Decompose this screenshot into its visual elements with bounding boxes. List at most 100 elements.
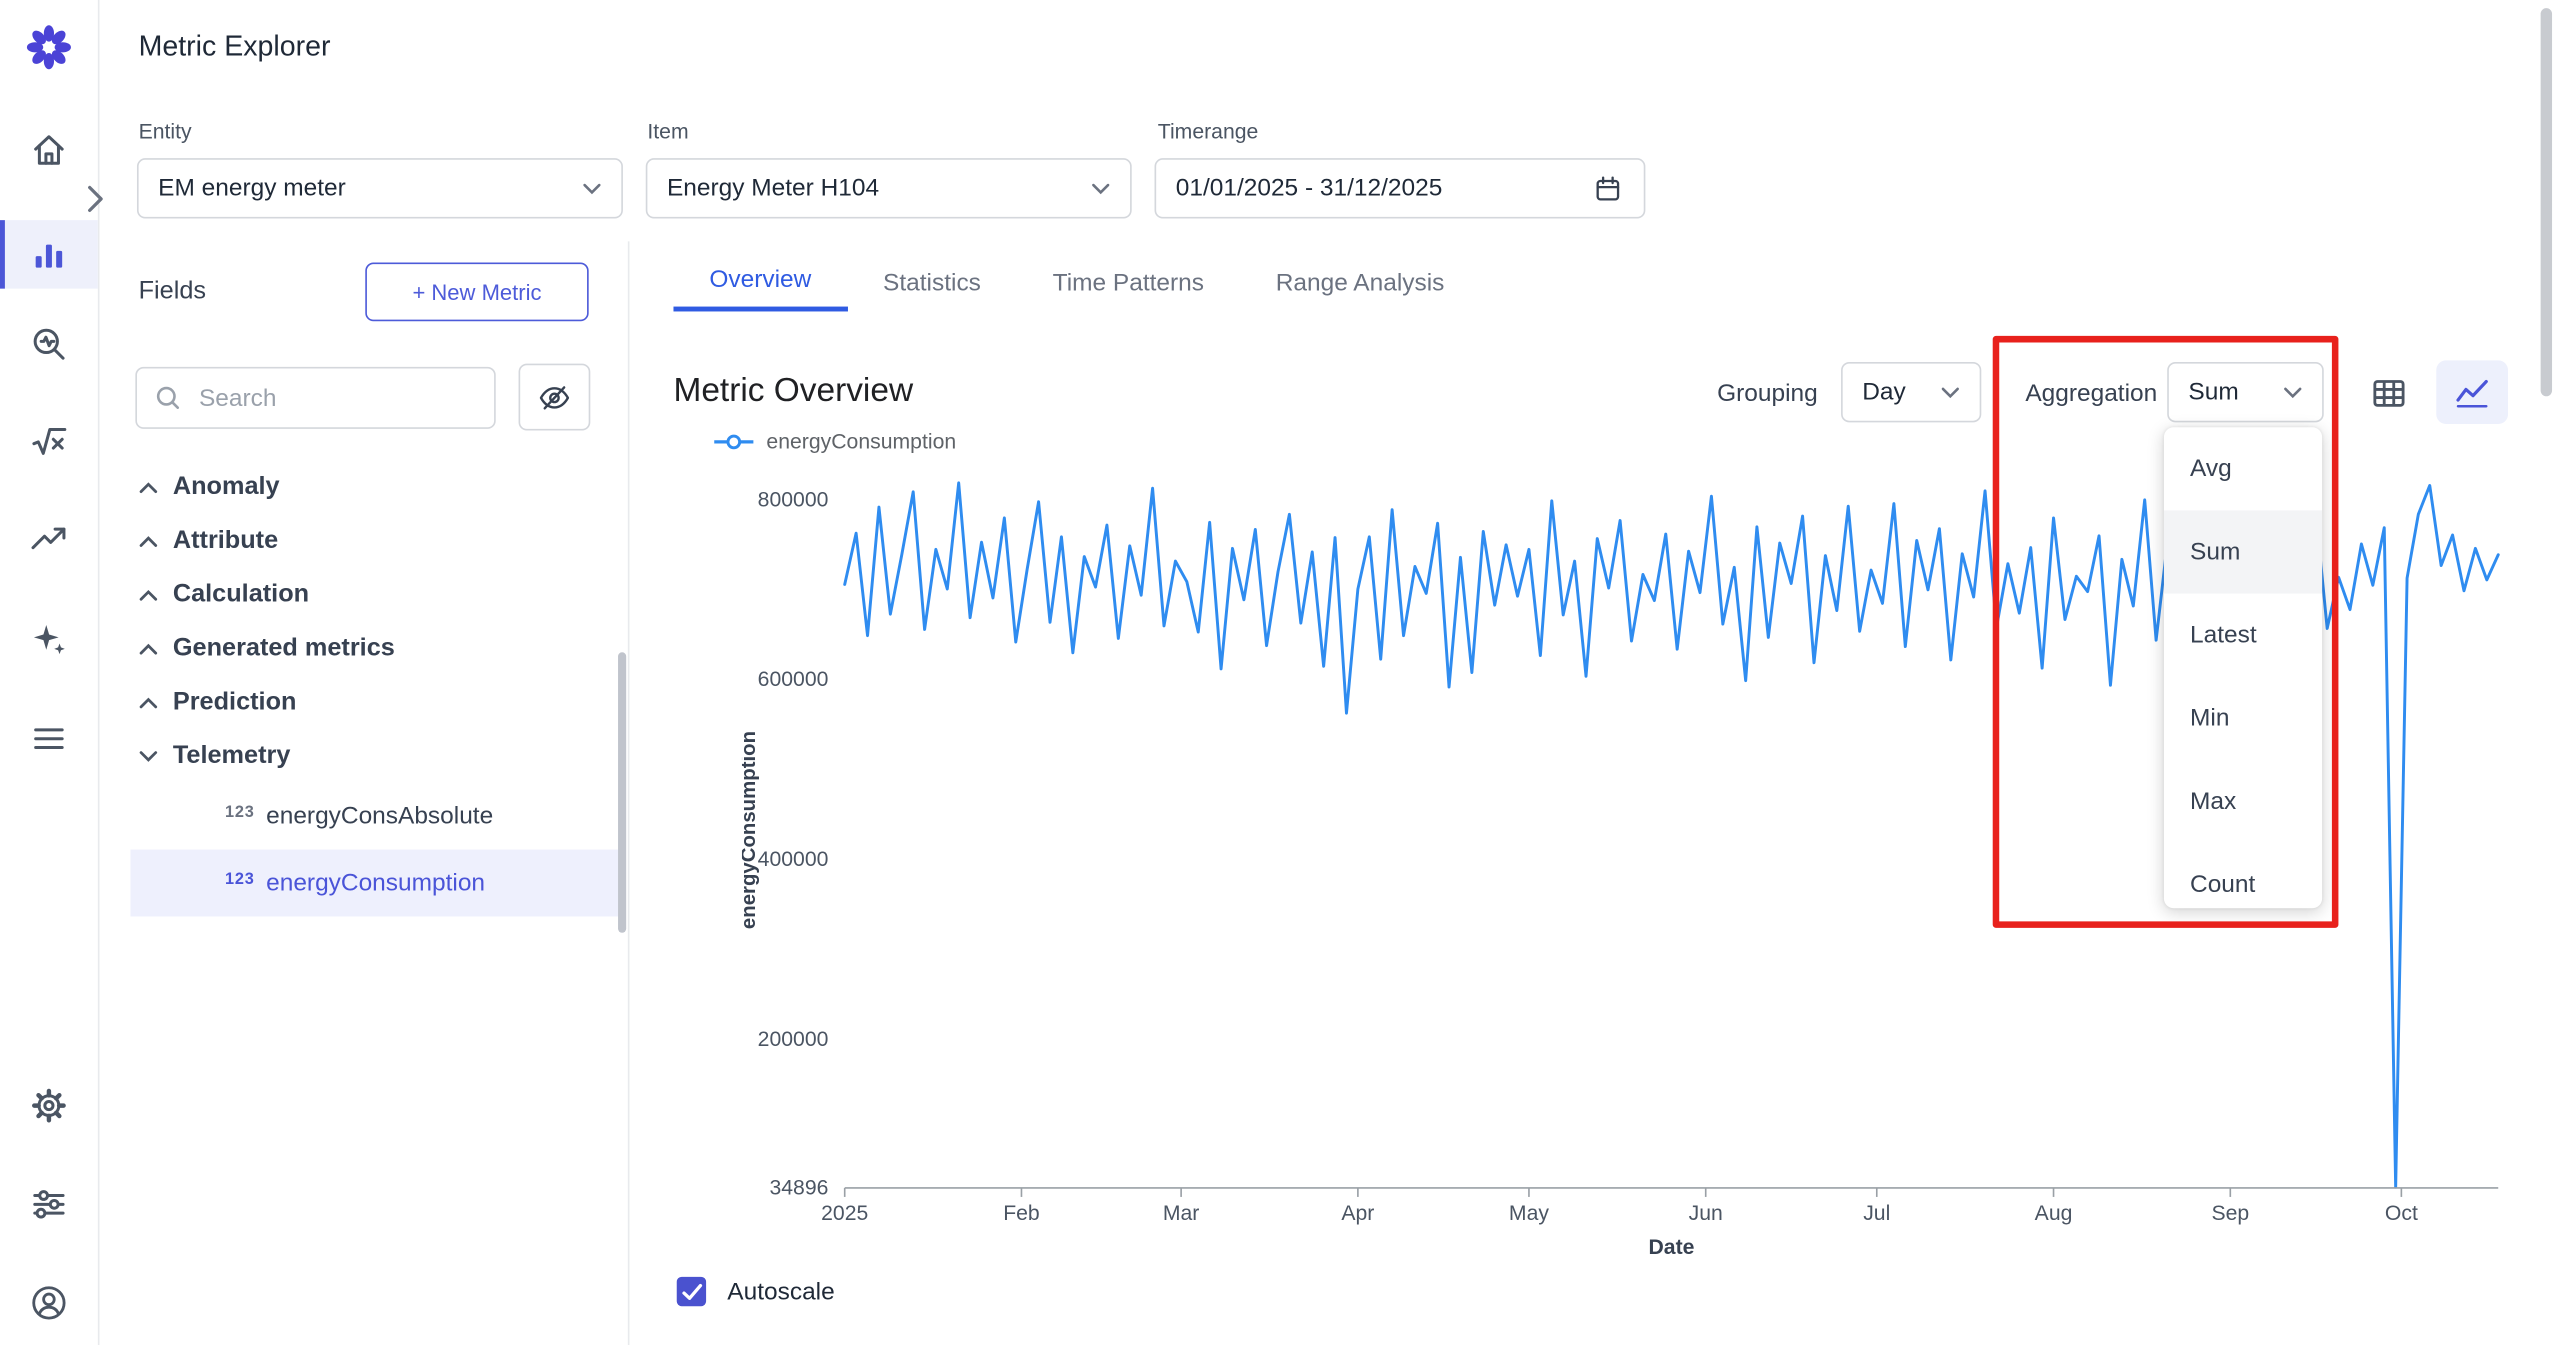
grouping-select[interactable]: Day (1841, 362, 1981, 422)
y-tick-label: 200000 (758, 1028, 829, 1051)
y-axis-title: energyConsumption (742, 731, 760, 929)
numeric-field-icon: 123 (225, 871, 255, 889)
timerange-label: Timerange (1158, 119, 1259, 143)
view-tabs: Overview Statistics Time Patterns Range … (673, 253, 1480, 312)
aggregation-select[interactable]: Sum (2167, 362, 2324, 422)
tree-item-energyconsumption[interactable]: 123 energyConsumption (130, 850, 622, 917)
chevron-down-icon (2283, 386, 2303, 399)
chevron-up-icon (139, 588, 159, 601)
menu-option-count[interactable]: Count (2164, 843, 2322, 908)
formula-sqrt-icon[interactable] (28, 421, 70, 463)
tree-section-attribute[interactable]: Attribute (130, 514, 622, 568)
tree-item-label: energyConsAbsolute (266, 802, 493, 830)
calendar-icon (1592, 172, 1625, 205)
tree-section-telemetry[interactable]: Telemetry (130, 729, 622, 783)
legend-label: energyConsumption (766, 429, 956, 453)
x-tick-label: Oct (2385, 1202, 2418, 1225)
tree-section-anomaly[interactable]: Anomaly (130, 460, 622, 514)
tree-section-generated-metrics[interactable]: Generated metrics (130, 621, 622, 675)
tree-section-label: Calculation (173, 580, 309, 609)
x-tick-label: Feb (1003, 1202, 1040, 1225)
user-account-icon[interactable] (28, 1282, 70, 1324)
tree-section-label: Attribute (173, 526, 278, 555)
menu-option-latest[interactable]: Latest (2164, 594, 2322, 677)
tree-section-label: Prediction (173, 687, 297, 716)
metric-explorer-icon[interactable] (28, 233, 70, 275)
x-tick-label: 2025 (821, 1202, 868, 1225)
search-input[interactable] (196, 382, 476, 413)
y-tick-label: 800000 (758, 488, 829, 511)
legend-line-marker-icon (713, 431, 755, 451)
x-tick-label: Jul (1863, 1202, 1890, 1225)
entity-select[interactable]: EM energy meter (137, 158, 623, 218)
sparkles-ai-icon[interactable] (28, 620, 70, 662)
search-analytics-icon[interactable] (28, 323, 70, 365)
item-select[interactable]: Energy Meter H104 (646, 158, 1132, 218)
aggregation-label: Aggregation (2025, 380, 2157, 408)
x-tick-label: Sep (2211, 1202, 2249, 1225)
tree-section-label: Anomaly (173, 472, 280, 501)
x-tick-label: Apr (1341, 1202, 1374, 1225)
aggregation-value: Sum (2188, 378, 2238, 406)
entity-label: Entity (139, 119, 192, 143)
tree-item-energyconsabsolute[interactable]: 123 energyConsAbsolute (130, 783, 622, 850)
y-tick-label: 34896 (769, 1176, 828, 1199)
y-tick-label: 400000 (758, 848, 829, 871)
eye-off-icon (537, 379, 573, 415)
menu-option-sum[interactable]: Sum (2164, 510, 2322, 593)
sliders-icon[interactable] (28, 1182, 70, 1224)
timerange-value: 01/01/2025 - 31/12/2025 (1176, 174, 1443, 202)
metric-explorer-app: Metric Explorer Entity EM energy meter I… (0, 0, 2557, 1345)
search-box[interactable] (135, 367, 495, 429)
chevron-up-icon (139, 534, 159, 547)
tree-section-prediction[interactable]: Prediction (130, 675, 622, 729)
series-legend[interactable]: energyConsumption (713, 429, 957, 453)
dropdown-scrollbar[interactable] (2541, 8, 2552, 396)
menu-option-min[interactable]: Min (2164, 677, 2322, 760)
tab-statistics[interactable]: Statistics (847, 253, 1017, 312)
tree-section-label: Telemetry (173, 741, 291, 770)
page-title: Metric Explorer (139, 29, 331, 63)
line-chart-icon (2451, 371, 2493, 413)
settings-gear-icon[interactable] (28, 1084, 70, 1126)
x-tick-label: May (1509, 1202, 1549, 1225)
menu-option-max[interactable]: Max (2164, 760, 2322, 843)
chart-section-title: Metric Overview (673, 372, 913, 411)
new-metric-button[interactable]: + New Metric (365, 263, 588, 322)
chevron-down-icon (1091, 182, 1111, 195)
grouping-value: Day (1862, 378, 1906, 406)
autoscale-label: Autoscale (727, 1278, 834, 1306)
aggregation-dropdown-menu: Avg Sum Latest Min Max Count (2164, 427, 2322, 908)
chart-view-button[interactable] (2436, 360, 2508, 424)
autoscale-control[interactable]: Autoscale (677, 1277, 835, 1306)
tab-time-patterns[interactable]: Time Patterns (1017, 253, 1240, 312)
table-icon (2368, 372, 2410, 414)
fields-title: Fields (139, 277, 206, 306)
app-logo-icon[interactable] (24, 23, 73, 72)
trend-icon[interactable] (28, 519, 70, 561)
menu-icon[interactable] (28, 718, 70, 760)
tab-overview[interactable]: Overview (673, 253, 847, 312)
autoscale-checkbox[interactable] (677, 1277, 706, 1306)
x-axis-title: Date (1648, 1236, 1694, 1259)
menu-option-avg[interactable]: Avg (2164, 427, 2322, 510)
panel-scrollbar[interactable] (618, 652, 626, 932)
tab-range-analysis[interactable]: Range Analysis (1240, 253, 1480, 312)
numeric-field-icon: 123 (225, 804, 255, 822)
timerange-input[interactable]: 01/01/2025 - 31/12/2025 (1155, 158, 1646, 218)
tree-item-label: energyConsumption (266, 869, 485, 897)
fields-tree: Anomaly Attribute Calculation Generated … (130, 460, 622, 917)
x-tick-label: Mar (1163, 1202, 1200, 1225)
item-value: Energy Meter H104 (667, 174, 879, 202)
chevron-down-icon (582, 182, 602, 195)
tree-section-calculation[interactable]: Calculation (130, 567, 622, 621)
y-tick-label: 600000 (758, 668, 829, 691)
tree-section-label: Generated metrics (173, 634, 395, 663)
expand-panel-chevron-icon[interactable] (80, 183, 109, 216)
x-tick-label: Aug (2035, 1202, 2073, 1225)
panel-divider (628, 241, 630, 1345)
hide-fields-button[interactable] (519, 364, 591, 431)
table-view-button[interactable] (2368, 372, 2410, 414)
item-label: Item (647, 119, 688, 143)
home-icon[interactable] (28, 129, 70, 171)
